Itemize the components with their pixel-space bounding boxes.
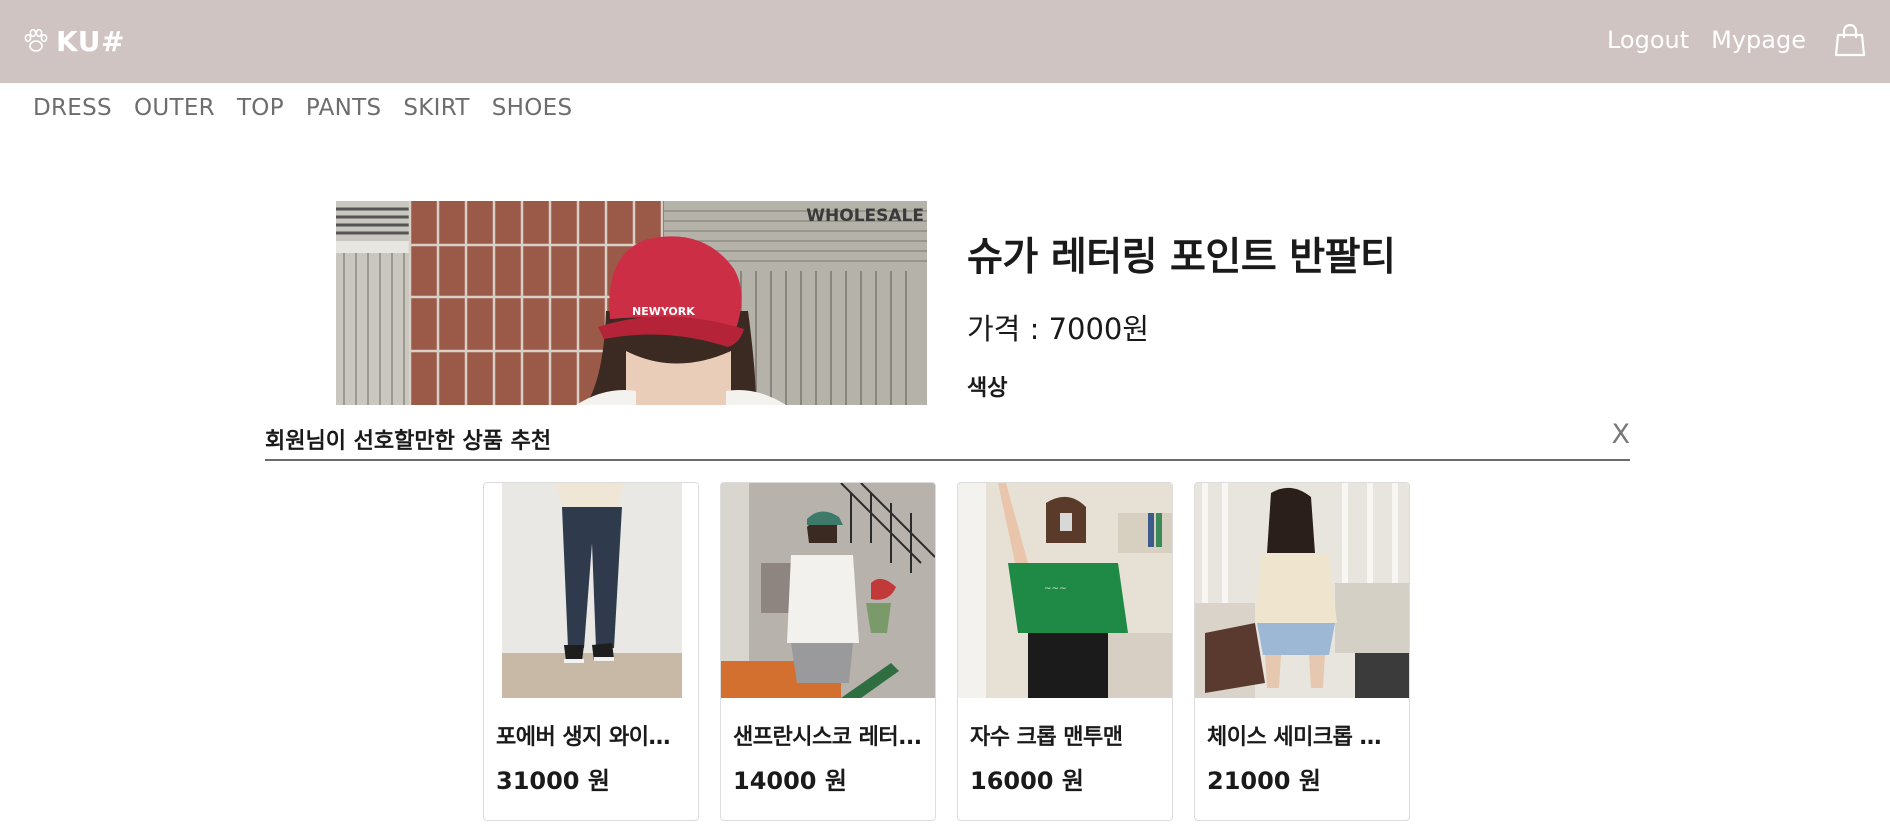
category-dress[interactable]: DRESS: [33, 95, 112, 121]
logout-link[interactable]: Logout: [1607, 26, 1689, 54]
product-card-image: [1195, 483, 1409, 698]
logo[interactable]: KU#: [22, 22, 125, 60]
svg-text:~~~: ~~~: [1044, 584, 1067, 594]
product-card-name: 자수 크롭 맨투맨: [970, 725, 1123, 750]
category-shoes[interactable]: SHOES: [492, 95, 573, 121]
product-card-image: [484, 483, 698, 698]
product-card-price: 16000 원: [970, 767, 1084, 795]
product-card[interactable]: 샌프란시스코 레터... 14000 원: [720, 482, 936, 821]
product-card-price: 21000 원: [1207, 767, 1321, 795]
category-skirt[interactable]: SKIRT: [403, 95, 469, 121]
wholesale-sign-text: WHOLESALE: [806, 206, 924, 226]
category-nav: DRESS OUTER TOP PANTS SKIRT SHOES: [33, 92, 594, 124]
product-image: WHOLESALE NEWYORK: [336, 201, 927, 405]
cap-text: NEWYORK: [632, 305, 695, 318]
category-outer[interactable]: OUTER: [134, 95, 215, 121]
product-card-price: 14000 원: [733, 767, 847, 795]
product-card-price: 31000 원: [496, 767, 610, 795]
product-card-name: 포에버 생지 와이드 ...: [496, 725, 686, 750]
category-pants[interactable]: PANTS: [306, 95, 382, 121]
recommendation-header: 회원님이 선호할만한 상품 추천 X: [265, 419, 1630, 461]
mypage-link[interactable]: Mypage: [1711, 26, 1806, 54]
product-card-image: ~~~: [958, 483, 1172, 698]
product-info: 슈가 레터링 포인트 반팔티 가격 : 7000원 색상: [967, 226, 1667, 402]
recommendation-title: 회원님이 선호할만한 상품 추천: [265, 429, 552, 454]
product-card-image: [721, 483, 935, 698]
recommendation-list: 포에버 생지 와이드 ... 31000 원 샌프란시스코 레터... 1400…: [483, 482, 1431, 821]
category-top[interactable]: TOP: [237, 95, 284, 121]
logo-text: KU#: [56, 24, 125, 58]
product-card[interactable]: 포에버 생지 와이드 ... 31000 원: [483, 482, 699, 821]
close-button[interactable]: X: [1612, 419, 1631, 450]
recommendation-panel: 회원님이 선호할만한 상품 추천 X 포에버 생지 와이드 ... 31000 …: [0, 405, 1890, 838]
shopping-bag-icon[interactable]: [1832, 22, 1868, 58]
product-title: 슈가 레터링 포인트 반팔티: [967, 235, 1396, 280]
paw-icon: [24, 28, 48, 52]
product-card-name: 체이스 세미크롭 니트: [1207, 725, 1397, 750]
top-header: KU# Logout Mypage: [0, 0, 1890, 83]
product-card[interactable]: 체이스 세미크롭 니트 21000 원: [1194, 482, 1410, 821]
header-actions: Logout Mypage: [1585, 20, 1868, 60]
product-card-name: 샌프란시스코 레터...: [733, 725, 922, 750]
product-price: 가격 : 7000원: [967, 312, 1150, 346]
product-card[interactable]: ~~~ 자수 크롭 맨투맨 16000 원: [957, 482, 1173, 821]
color-label: 색상: [967, 376, 1008, 401]
